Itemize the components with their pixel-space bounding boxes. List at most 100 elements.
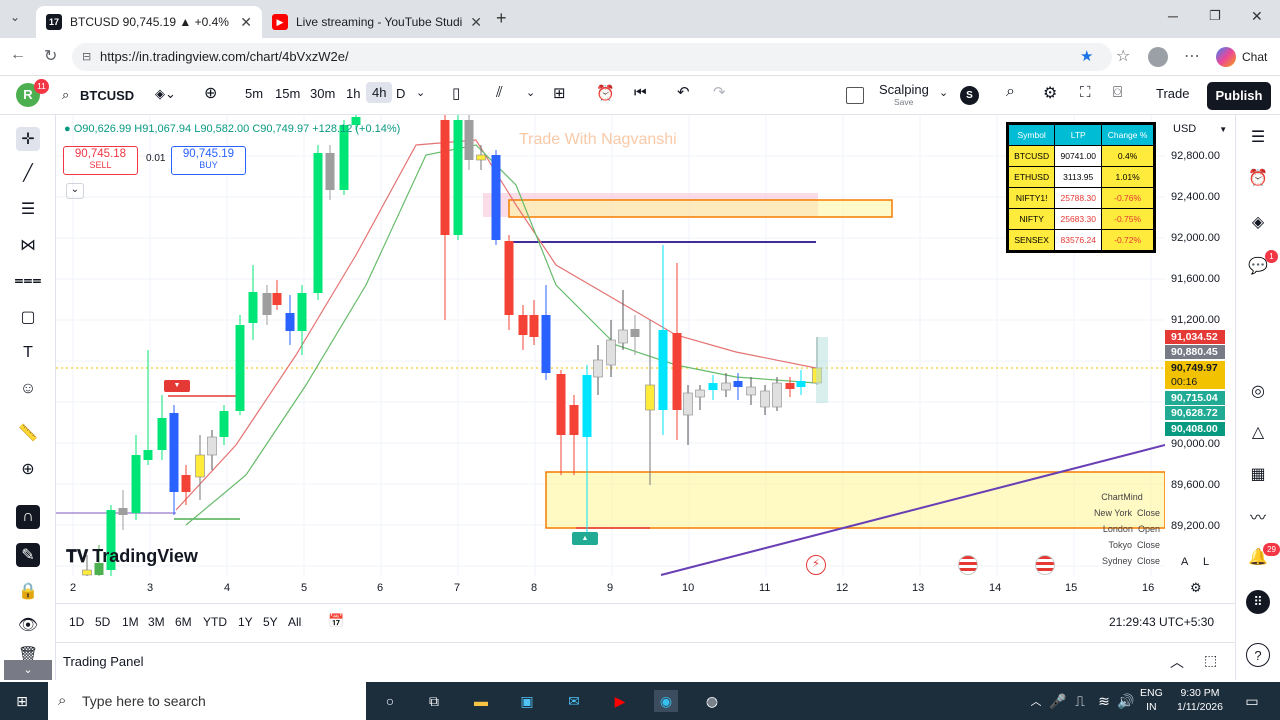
layout-badge[interactable]: S bbox=[960, 86, 979, 105]
chart-canvas[interactable]: Trade With Nagvanshi ● O90,626.99 H91,06… bbox=[56, 115, 1165, 576]
trade-button[interactable]: Trade bbox=[1156, 86, 1189, 101]
event-icon-flag-us-2[interactable] bbox=[1035, 555, 1055, 575]
emoji-icon[interactable]: ☺ bbox=[16, 377, 40, 401]
layout-dropdown-icon[interactable]: ⌄ bbox=[939, 86, 948, 99]
alert-icon[interactable]: ⏰ bbox=[596, 84, 615, 102]
snapshot-camera-icon[interactable]: ⌼ bbox=[1113, 84, 1122, 101]
watchlist-icon[interactable]: ☰ bbox=[1246, 125, 1270, 149]
indicators-dropdown-icon[interactable]: ⌄ bbox=[526, 86, 535, 99]
price-axis[interactable]: USD ▼ 92,800.00 92,400.00 92,000.00 91,6… bbox=[1165, 115, 1235, 576]
layout-name[interactable]: Scalping bbox=[879, 82, 929, 97]
legend-collapse-icon[interactable]: ⌄ bbox=[66, 183, 84, 199]
publish-button[interactable]: Publish bbox=[1207, 82, 1271, 110]
close-tab-icon[interactable]: ✕ bbox=[470, 14, 482, 31]
left-collapse-icon[interactable]: ⌄ bbox=[4, 660, 52, 680]
currency-selector[interactable]: USD ▼ bbox=[1173, 123, 1227, 135]
tab-tradingview[interactable]: 17 BTCUSD 90,745.19 ▲ +0.4% Scalpi ✕ bbox=[36, 6, 262, 38]
go-to-date-icon[interactable]: 📅 bbox=[328, 613, 344, 629]
reload-icon[interactable]: ↻ bbox=[44, 46, 57, 66]
edge-icon[interactable]: ◉ bbox=[654, 690, 678, 712]
range-1d[interactable]: 1D bbox=[69, 615, 84, 629]
magnet-icon[interactable]: ∩ bbox=[16, 505, 40, 529]
calendar-icon[interactable]: ▦ bbox=[1246, 462, 1270, 486]
trading-panel-label[interactable]: Trading Panel bbox=[63, 654, 143, 669]
youtube-app-icon[interactable]: ▶ bbox=[608, 690, 632, 712]
minimize-icon[interactable]: ─ bbox=[1168, 8, 1178, 24]
store-icon[interactable]: ▣ bbox=[515, 690, 539, 712]
range-6m[interactable]: 6M bbox=[175, 615, 192, 629]
time-axis[interactable]: 2 3 4 5 6 7 8 9 10 11 12 13 14 15 16 ⚙ bbox=[56, 576, 1235, 602]
hide-drawings-icon[interactable]: 👁 bbox=[16, 613, 40, 637]
obs-icon[interactable]: ◍ bbox=[700, 690, 724, 712]
range-5y[interactable]: 5Y bbox=[263, 615, 278, 629]
fib-icon[interactable]: ☰ bbox=[16, 197, 40, 221]
range-ytd[interactable]: YTD bbox=[203, 615, 227, 629]
panel-expand-icon[interactable]: ︿ bbox=[1170, 652, 1184, 672]
zoom-in-icon[interactable]: ⊕ bbox=[16, 457, 40, 481]
close-window-icon[interactable]: ✕ bbox=[1251, 8, 1263, 25]
action-center-icon[interactable]: ▭ bbox=[1240, 690, 1264, 712]
network-icon[interactable]: ⎍ bbox=[1068, 690, 1092, 712]
panel-maximize-icon[interactable]: ⬚ bbox=[1204, 652, 1217, 669]
apps-grid-icon[interactable]: ⠿ bbox=[1246, 590, 1270, 614]
interval-d[interactable]: D bbox=[396, 86, 405, 101]
taskbar-search-input[interactable]: ⌕ Type here to search bbox=[48, 682, 366, 720]
close-tab-icon[interactable]: ✕ bbox=[240, 14, 252, 31]
interval-30m[interactable]: 30m bbox=[310, 86, 335, 101]
prediction-icon[interactable]: ⩶ bbox=[14, 269, 41, 293]
symbol-search[interactable]: ⌕ BTCUSD bbox=[58, 83, 146, 109]
tab-youtube[interactable]: ▶ Live streaming - YouTube Studio ✕ bbox=[262, 6, 492, 38]
fullscreen-icon[interactable]: ⛶ bbox=[1080, 84, 1091, 101]
symbol-type-icon[interactable]: ◈⌄ bbox=[155, 86, 176, 102]
microphone-icon[interactable]: 🎤 bbox=[1046, 690, 1070, 712]
geometric-shapes-icon[interactable]: ▢ bbox=[16, 305, 40, 329]
streams-icon[interactable]: 〰 bbox=[1246, 504, 1270, 528]
restore-icon[interactable]: ❐ bbox=[1209, 8, 1221, 24]
windows-start-icon[interactable]: ⊞ bbox=[10, 690, 34, 712]
copilot-icon[interactable] bbox=[1216, 47, 1236, 67]
cortana-icon[interactable]: ○ bbox=[378, 690, 402, 712]
undo-icon[interactable]: ↶ bbox=[677, 83, 690, 101]
favorites-icon[interactable]: ☆ bbox=[1116, 46, 1130, 66]
range-1m[interactable]: 1M bbox=[122, 615, 139, 629]
drawing-mode-icon[interactable]: ✎ bbox=[16, 543, 40, 567]
interval-dropdown-icon[interactable]: ⌄ bbox=[416, 86, 425, 99]
trading-panel-bar[interactable]: Trading Panel ︿ ⬚ bbox=[56, 642, 1235, 680]
mail-icon[interactable]: ✉ bbox=[562, 690, 586, 712]
auto-scale-toggle[interactable]: A bbox=[1181, 556, 1188, 568]
data-window-layers-icon[interactable]: ◈ bbox=[1246, 210, 1270, 234]
ideas-triangle-icon[interactable]: △ bbox=[1246, 420, 1270, 444]
new-tab-icon[interactable]: + bbox=[496, 8, 507, 29]
tab-list-icon[interactable]: ⌄ bbox=[10, 10, 20, 24]
interval-15m[interactable]: 15m bbox=[275, 86, 300, 101]
interval-4h[interactable]: 4h bbox=[366, 82, 393, 103]
crosshair-icon[interactable]: ✛ bbox=[16, 127, 40, 151]
layout-grid-icon[interactable]: ⊞ bbox=[553, 84, 566, 102]
chat-label[interactable]: Chat bbox=[1242, 50, 1267, 64]
interval-1h[interactable]: 1h bbox=[346, 86, 360, 101]
event-icon-flag-us[interactable] bbox=[958, 555, 978, 575]
profile-avatar[interactable] bbox=[1148, 47, 1168, 67]
replay-icon[interactable]: ⏮ bbox=[634, 84, 647, 101]
more-menu-icon[interactable]: ⋯ bbox=[1184, 46, 1200, 66]
favorite-star-icon[interactable]: ★ bbox=[1080, 43, 1093, 71]
trend-line-icon[interactable]: ╱ bbox=[16, 161, 40, 185]
taskbar-clock[interactable]: 9:30 PM 1/11/2026 bbox=[1172, 686, 1228, 714]
language-indicator[interactable]: ENG IN bbox=[1140, 686, 1163, 714]
range-all[interactable]: All bbox=[288, 615, 301, 629]
task-view-icon[interactable]: ⧉ bbox=[422, 690, 446, 712]
layout-checkbox[interactable] bbox=[846, 87, 864, 104]
alerts-clock-icon[interactable]: ⏰ bbox=[1246, 166, 1270, 190]
url-field[interactable]: ⊟ https://in.tradingview.com/chart/4bVxz… bbox=[72, 43, 1112, 71]
sell-button[interactable]: 90,745.18 SELL bbox=[63, 146, 138, 175]
volume-icon[interactable]: 🔊 bbox=[1114, 690, 1138, 712]
axis-settings-gear-icon[interactable]: ⚙ bbox=[1190, 580, 1202, 596]
text-tool-icon[interactable]: T bbox=[16, 341, 40, 365]
lock-drawings-icon[interactable]: 🔒 bbox=[16, 579, 40, 603]
help-icon[interactable]: ? bbox=[1246, 643, 1270, 667]
candle-type-icon[interactable]: ▯ bbox=[452, 84, 460, 102]
tray-up-arrow-icon[interactable]: ︿ bbox=[1024, 690, 1048, 712]
file-explorer-icon[interactable]: ▬ bbox=[469, 690, 493, 712]
quick-search-icon[interactable]: ⌕ bbox=[1006, 83, 1015, 101]
wifi-icon[interactable]: ≋ bbox=[1092, 690, 1116, 712]
